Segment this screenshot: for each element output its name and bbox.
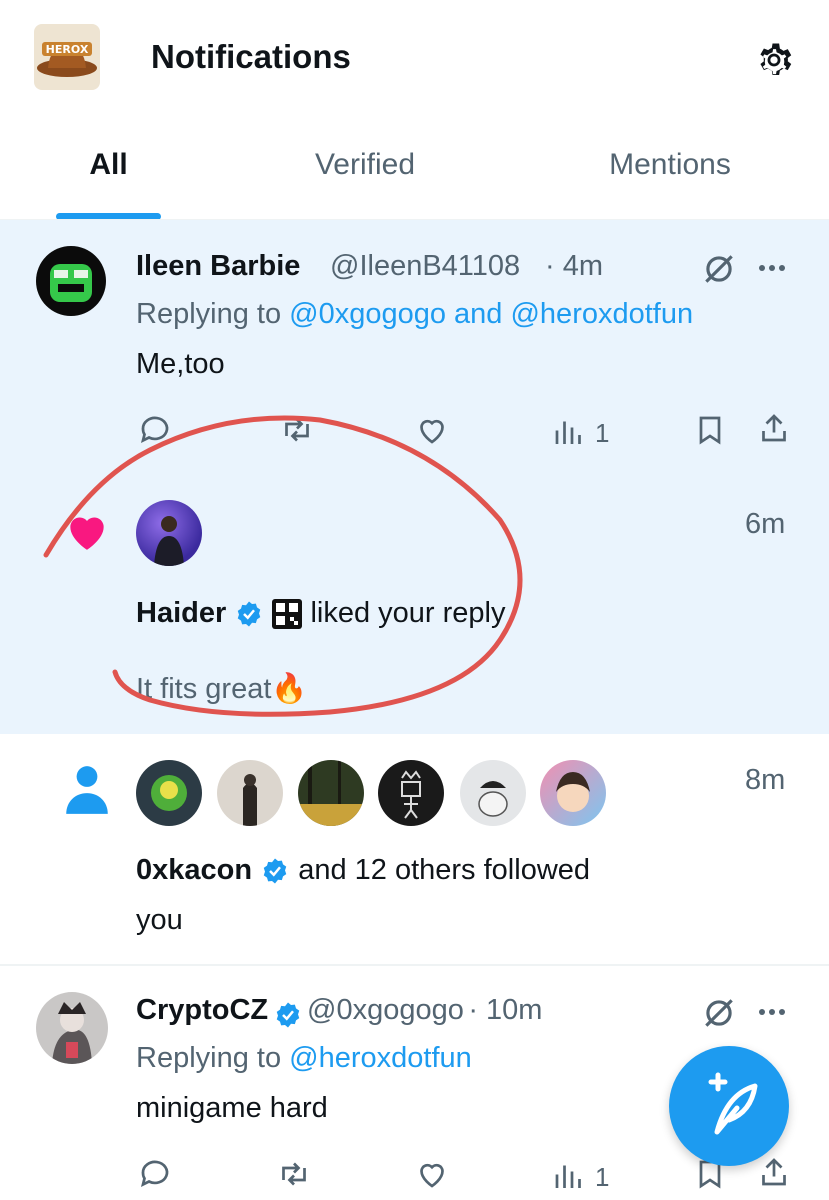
grok-icon[interactable] (700, 250, 738, 288)
qr-emoji-icon (272, 599, 303, 630)
post-body: minigame hard (136, 1092, 328, 1124)
compose-button[interactable] (669, 1046, 789, 1166)
notification-time: 8m (745, 764, 786, 796)
notification-divider (0, 964, 829, 966)
replying-prefix: Replying to (136, 298, 282, 330)
views-count: 1 (595, 418, 610, 448)
user-name[interactable]: CryptoCZ (136, 994, 268, 1026)
verified-badge-icon (234, 599, 264, 629)
replying-to-link[interactable]: @0xgogogo and @heroxdotfun (289, 298, 693, 330)
grok-icon[interactable] (700, 994, 738, 1032)
notification-time: 6m (745, 508, 786, 540)
follow-action-text-cont: you (136, 904, 183, 936)
follower-avatar[interactable] (540, 760, 606, 826)
post-time: · 4m (545, 250, 603, 282)
views-count: 1 (595, 1162, 610, 1192)
like-line: Haider liked your reply (136, 597, 505, 630)
like-icon[interactable] (414, 412, 450, 448)
views-icon[interactable] (551, 414, 587, 450)
follower-avatar[interactable] (460, 760, 526, 826)
page-title: Notifications (151, 38, 351, 75)
gear-icon[interactable] (752, 38, 796, 82)
like-icon[interactable] (414, 1156, 450, 1192)
avatar[interactable] (36, 246, 106, 316)
follow-action-text: and 12 others followed (298, 854, 591, 886)
verified-badge-icon (260, 856, 290, 886)
avatar[interactable] (136, 500, 202, 566)
person-filled-icon (62, 762, 112, 816)
tab-all[interactable]: All (56, 148, 161, 182)
more-icon[interactable] (754, 256, 790, 280)
reply-icon[interactable] (137, 1156, 173, 1192)
bookmark-icon[interactable] (692, 412, 728, 448)
verified-badge-icon (273, 1000, 303, 1030)
follower-avatar[interactable] (378, 760, 444, 826)
tab-mentions[interactable]: Mentions (580, 148, 760, 182)
retweet-icon[interactable] (279, 412, 315, 448)
retweet-icon[interactable] (276, 1156, 312, 1192)
follow-line: 0xkacon and 12 others followed (136, 854, 590, 887)
avatar[interactable] (36, 992, 108, 1064)
replying-to: Replying to @heroxdotfun (136, 1042, 472, 1075)
share-icon[interactable] (756, 410, 792, 446)
replying-to: Replying to @0xgogogo and @heroxdotfun (136, 298, 693, 331)
logo-text: HEROX (46, 43, 89, 56)
more-icon[interactable] (754, 1000, 790, 1024)
feather-plus-icon (708, 1072, 758, 1135)
reply-icon[interactable] (137, 412, 173, 448)
like-action-text: liked your reply (310, 597, 506, 629)
user-name[interactable]: Ileen Barbie (136, 250, 300, 283)
follower-avatar[interactable] (217, 760, 283, 826)
user-handle[interactable]: @IleenB41108 (330, 250, 520, 283)
quoted-text: It fits great🔥 (136, 673, 308, 705)
post-body: Me,too (136, 348, 225, 380)
views-icon[interactable] (551, 1158, 587, 1194)
follower-avatar[interactable] (298, 760, 364, 826)
post-time: · 10m (468, 994, 543, 1026)
app-logo[interactable]: HEROX (34, 24, 100, 90)
tab-verified[interactable]: Verified (280, 148, 450, 182)
post-header: CryptoCZ @0xgogogo · 10m (136, 994, 542, 1030)
replying-prefix: Replying to (136, 1042, 282, 1074)
user-handle[interactable]: @0xgogogo (307, 994, 464, 1026)
follower-avatar[interactable] (136, 760, 202, 826)
heart-filled-icon (62, 506, 112, 556)
replying-to-link[interactable]: @heroxdotfun (289, 1042, 472, 1074)
user-name[interactable]: Haider (136, 597, 226, 629)
user-name[interactable]: 0xkacon (136, 854, 252, 886)
